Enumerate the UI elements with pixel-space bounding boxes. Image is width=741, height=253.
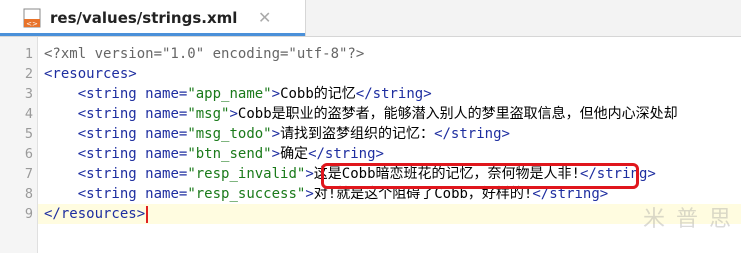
string-open-tag: <string — [77, 166, 137, 182]
watermark: 米 普 思 — [643, 207, 733, 232]
tab-active-indicator — [0, 33, 305, 36]
attr-name: name= — [145, 166, 188, 182]
attr-value: "resp_invalid" — [187, 166, 306, 182]
string-open-tag: <string — [77, 86, 137, 102]
attr-name: name= — [145, 186, 188, 202]
line-number: 5 — [24, 126, 33, 142]
tab-title: res/values/strings.xml — [50, 9, 238, 27]
tag-bracket: > — [271, 86, 281, 102]
attr-name: name= — [145, 146, 188, 162]
tab-strings-xml[interactable]: <> res/values/strings.xml ✕ — [0, 0, 306, 36]
code-line-3: <string name="app_name">Cobb的记忆</string> — [44, 84, 432, 104]
xml-file-icon: <> — [23, 8, 41, 28]
text-cursor — [146, 205, 149, 223]
code-line-5: <string name="msg_todo">请找到盗梦组织的记忆：</str… — [44, 124, 510, 144]
resources-open-tag: <resources> — [44, 66, 137, 82]
line-number: 4 — [24, 106, 33, 122]
attr-name: name= — [145, 106, 188, 122]
attr-name: name= — [145, 126, 188, 142]
string-close-tag: </string> — [308, 146, 384, 162]
string-open-tag: <string — [77, 126, 137, 142]
attr-name: name= — [145, 86, 188, 102]
string-open-tag: <string — [77, 146, 137, 162]
string-text: 确定 — [280, 146, 309, 162]
line-number: 2 — [24, 66, 33, 82]
tag-bracket: > — [271, 126, 281, 142]
attr-value: "msg_todo" — [187, 126, 272, 142]
tag-bracket: > — [305, 186, 314, 202]
string-close-tag: </string> — [434, 126, 510, 142]
editor-tab-bar: <> res/values/strings.xml ✕ — [0, 0, 741, 37]
string-open-tag: <string — [77, 106, 137, 122]
attr-value: "msg" — [187, 106, 230, 122]
code-editor[interactable]: 1 2 3 4 5 6 7 8 9 <?xml version="1.0" en… — [0, 37, 741, 253]
close-icon[interactable]: ✕ — [258, 8, 271, 27]
string-text: Cobb是职业的盗梦者，能够潜入别人的梦里盗取信息，但他内心深处却 — [237, 106, 678, 122]
line-number: 3 — [24, 86, 33, 102]
code-line-4: <string name="msg">Cobb是职业的盗梦者，能够潜入别人的梦里… — [44, 104, 678, 124]
attr-value: "btn_send" — [187, 146, 272, 162]
tag-bracket: > — [271, 146, 281, 162]
xml-declaration: <?xml version="1.0" encoding="utf-8"?> — [44, 46, 365, 62]
line-number: 8 — [24, 186, 33, 202]
line-number: 9 — [24, 206, 33, 222]
code-line-6: <string name="btn_send">确定</string> — [44, 144, 384, 164]
svg-text:<>: <> — [26, 20, 38, 28]
tag-bracket: > — [305, 166, 314, 182]
attr-value: "app_name" — [187, 86, 272, 102]
tag-bracket: > — [229, 106, 238, 122]
code-line-2: <resources> — [44, 64, 137, 84]
resources-close-tag: </resources> — [44, 206, 146, 222]
line-number-gutter: 1 2 3 4 5 6 7 8 9 — [0, 37, 38, 253]
line-number: 1 — [24, 46, 33, 62]
line-number: 7 — [24, 166, 33, 182]
string-close-tag: </string> — [355, 86, 432, 102]
string-text: Cobb的记忆 — [280, 86, 356, 102]
code-line-9: </resources> — [44, 204, 149, 224]
line-number: 6 — [24, 146, 33, 162]
string-open-tag: <string — [77, 186, 137, 202]
highlight-annotation-box — [321, 163, 639, 189]
attr-value: "resp_success" — [187, 186, 306, 202]
code-line-1: <?xml version="1.0" encoding="utf-8"?> — [44, 44, 364, 64]
string-text: 请找到盗梦组织的记忆： — [280, 126, 435, 142]
